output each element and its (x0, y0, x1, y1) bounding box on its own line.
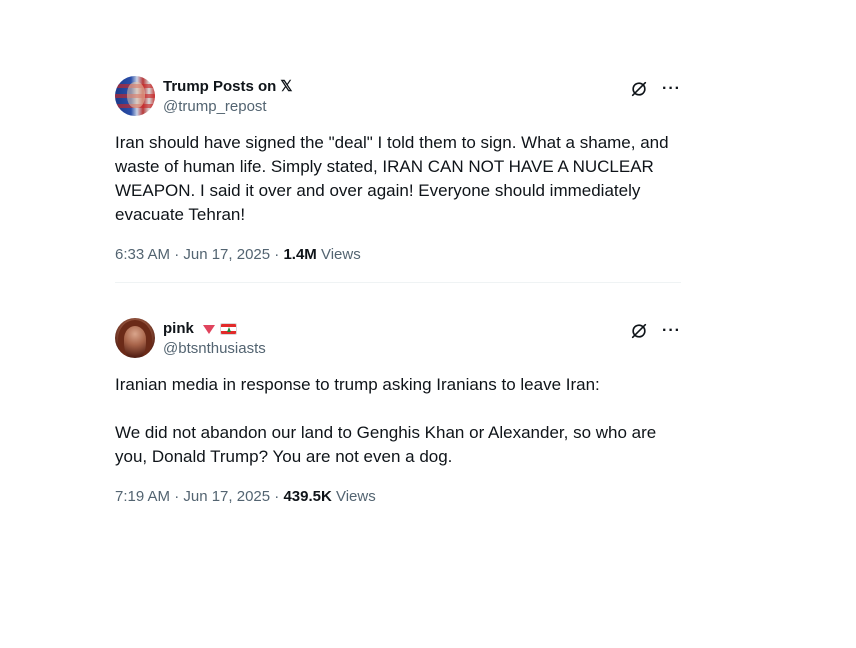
more-options-icon[interactable]: ··· (662, 323, 681, 339)
user-handle[interactable]: @trump_repost (163, 97, 292, 117)
author-names: pink @btsnthusiasts (163, 319, 266, 359)
tweet-text: Iran should have signed the "deal" I tol… (115, 133, 669, 224)
tweet-meta: 6:33 AM · Jun 17, 2025 · 1.4M Views (115, 245, 681, 265)
display-name[interactable]: pink (163, 319, 194, 339)
views-count: 1.4M (283, 246, 317, 263)
timestamp[interactable]: 7:19 AM · Jun 17, 2025 · (115, 488, 283, 505)
tweet-text: Iranian media in response to trump askin… (115, 375, 657, 466)
more-options-icon[interactable]: ··· (662, 81, 681, 97)
display-name-row[interactable]: pink (163, 319, 266, 339)
x-logo-icon: 𝕏 (280, 78, 293, 95)
tweet-header: pink @btsnthusiasts ··· (115, 318, 681, 360)
views-label: Views (316, 246, 361, 263)
display-name-row[interactable]: Trump Posts on 𝕏 (163, 77, 292, 97)
tweet-actions: ··· (630, 80, 681, 98)
avatar[interactable] (115, 318, 155, 358)
avatar[interactable] (115, 76, 155, 116)
timestamp[interactable]: 6:33 AM · Jun 17, 2025 · (115, 246, 283, 263)
triangle-icon (202, 324, 215, 334)
display-name[interactable]: Trump Posts on (163, 77, 276, 97)
views-count: 439.5K (283, 488, 332, 505)
lebanon-flag-icon (219, 323, 237, 335)
grok-icon[interactable] (630, 80, 648, 98)
tweet-meta: 7:19 AM · Jun 17, 2025 · 439.5K Views (115, 487, 681, 507)
user-handle[interactable]: @btsnthusiasts (163, 339, 266, 359)
tweet-card[interactable]: pink @btsnthusiasts ··· Iranian media in… (115, 318, 681, 507)
tweet-actions: ··· (630, 322, 681, 340)
views-label: Views (331, 488, 376, 505)
grok-icon[interactable] (630, 322, 648, 340)
tweet-card[interactable]: Trump Posts on 𝕏 @trump_repost ··· Iran … (115, 76, 681, 265)
tweet-header: Trump Posts on 𝕏 @trump_repost ··· (115, 76, 681, 118)
author-names: Trump Posts on 𝕏 @trump_repost (163, 77, 292, 117)
tweet-divider (115, 282, 681, 283)
